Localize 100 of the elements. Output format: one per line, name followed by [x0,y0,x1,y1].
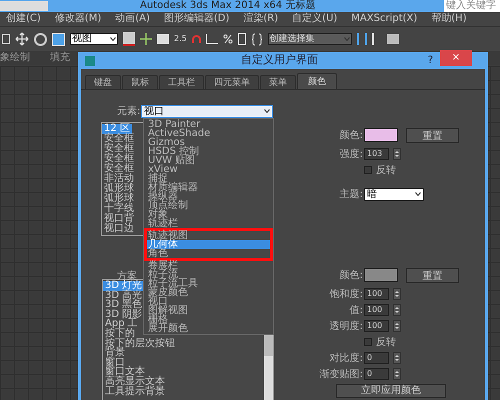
list-item[interactable]: 安全框 [102,154,136,164]
list-item[interactable]: 窗口文本 [103,367,147,377]
apply-colors-button[interactable]: 立即应用颜色 [336,384,446,398]
list-item[interactable]: 弧形球 [102,194,136,204]
list-item[interactable]: 3D 阴影 [103,310,144,320]
dropdown-option[interactable]: 操纵器 [144,192,273,201]
dropdown-option[interactable]: 展开颜色 [144,324,273,333]
list-item[interactable]: 弧形球 [102,184,136,194]
dropdown-option[interactable]: 视口 [144,297,273,306]
menu-item[interactable]: 修改器(M) [54,13,102,25]
menu-item[interactable]: 动画(A) [115,13,150,25]
snap-toggle[interactable]: 2.5 [174,34,187,44]
dropdown-option[interactable]: 栅格 [144,315,273,324]
list-item[interactable]: 安全框 [102,144,136,154]
number-field[interactable]: 100 [364,288,389,300]
list-item[interactable]: 工具提示背景 [103,386,167,396]
reset-button[interactable]: 重置 [406,128,459,142]
color-swatch[interactable] [364,268,398,282]
list-item[interactable]: 按下的 [103,328,137,339]
window-title: Autodesk 3ds Max 2014 x64 无标题 [140,0,316,12]
close-button[interactable]: × [440,50,472,66]
percent-snap-icon[interactable] [222,34,233,44]
dropdown-option[interactable]: HSDS 控制 [144,147,273,156]
caret-icon [415,192,421,196]
list-item[interactable]: 非活动 [102,174,136,184]
dialog-title: 自定义用户界面 [241,52,318,68]
dropdown-option[interactable]: 顶点绘制 [144,201,273,210]
list-item[interactable]: 窗口 [103,358,127,368]
checkbox[interactable] [364,166,372,174]
menu-item[interactable]: 图形编辑器(D) [164,13,230,25]
number-field[interactable]: 0 [364,352,389,364]
list-item[interactable]: 安全框 [102,164,136,174]
list-item[interactable]: 3D 灯光 [103,281,144,291]
list-item[interactable]: 视口背 [102,214,136,224]
spinner-arrows-icon[interactable] [393,368,401,380]
list-item[interactable]: App 工 [103,319,140,329]
dropdown-option[interactable]: 角色 [144,249,273,261]
tab[interactable]: 四元菜单 [205,75,259,89]
tab[interactable]: 鼠标 [122,75,158,89]
field-label: 颜色: [338,268,364,282]
number-field[interactable]: 103 [364,148,389,160]
menu-item[interactable]: 自定义(U) [292,13,338,25]
checkbox[interactable] [364,338,372,346]
tab[interactable]: 菜单 [260,75,296,89]
spinner-arrows-icon[interactable] [393,352,401,364]
list-item[interactable]: 3D 黑色 [103,300,144,310]
dropdown-option[interactable]: 对象 [144,210,273,219]
number-field[interactable]: 100 [364,320,389,332]
menu-item[interactable]: 帮助(H) [431,13,467,25]
scale-icon[interactable] [52,32,65,46]
ribbon-tab[interactable]: 象绘制 [0,52,30,64]
dropdown-option[interactable]: Gizmos [144,138,273,147]
help-button[interactable]: ? [428,53,433,68]
ribbon-tab[interactable]: 填充 [50,52,70,64]
rotate-icon[interactable] [34,32,47,46]
field-label: 透明度: [328,320,364,334]
angle-snap-icon[interactable] [206,34,218,44]
reset-button[interactable]: 重置 [406,268,459,282]
tab[interactable]: 颜色 [297,73,337,89]
menu-item[interactable]: MAXScript(X) [351,13,418,25]
spinner-arrows-icon[interactable] [393,148,401,160]
number-field[interactable]: 0 [364,368,389,380]
dropdown-option[interactable]: 轨迹栏 [144,219,273,228]
list-item[interactable]: 按下的层次按钮 [103,338,177,348]
spinner-arrows-icon[interactable] [393,288,401,300]
dropdown-option[interactable]: 卷展栏 [144,261,273,270]
view-dropdown[interactable]: 视图 [70,33,118,45]
tab[interactable]: 键盘 [85,75,121,89]
color-swatch[interactable] [364,128,398,142]
number-field[interactable]: 100 [364,304,389,316]
selection-set-dropdown[interactable]: 创建选择集 [268,33,352,45]
list-item[interactable]: 十字线 [102,204,136,214]
list-item[interactable]: 背景 [103,348,127,358]
dropdown-option[interactable]: 蒙皮颜色 [144,288,273,297]
spinner-arrows-icon[interactable] [393,304,401,316]
list-item[interactable]: 3D 高光 [103,290,144,300]
dropdown-option[interactable]: UVW 贴图 [144,156,273,165]
list-item[interactable]: 高亮显示文本 [103,376,167,387]
list-item[interactable]: 12 区 [102,124,132,134]
mirror-icon[interactable] [356,33,367,45]
element-dropdown[interactable]: 视口 [141,104,273,118]
dropdown-option[interactable]: xView [144,165,273,174]
dropdown-option[interactable]: 几何体 [144,240,273,249]
dropdown-option[interactable]: 粒子流工具 [144,279,273,288]
menu-item[interactable]: 创建(C) [6,13,41,25]
dropdown-option[interactable]: 粒子流 [144,270,273,279]
dropdown-option[interactable]: 3D Painter [144,120,273,129]
move-icon[interactable] [15,32,29,46]
menu-item[interactable]: 渲染(R) [243,13,278,25]
tab[interactable]: 工具栏 [159,75,204,89]
dropdown-option[interactable]: 捕捉 [144,174,273,183]
list-item[interactable]: 安全框 [102,134,136,144]
crosshair-icon[interactable] [140,33,152,45]
list-item[interactable]: 视口边 [102,224,136,234]
dropdown-option[interactable]: ActiveShade [144,129,273,138]
theme-dropdown[interactable]: 暗 [364,188,424,200]
braces-icon[interactable] [250,32,263,46]
dropdown-option[interactable]: 图解视图 [144,306,273,315]
dropdown-option[interactable]: 材质编辑器 [144,183,273,192]
spinner-arrows-icon[interactable] [393,320,401,332]
